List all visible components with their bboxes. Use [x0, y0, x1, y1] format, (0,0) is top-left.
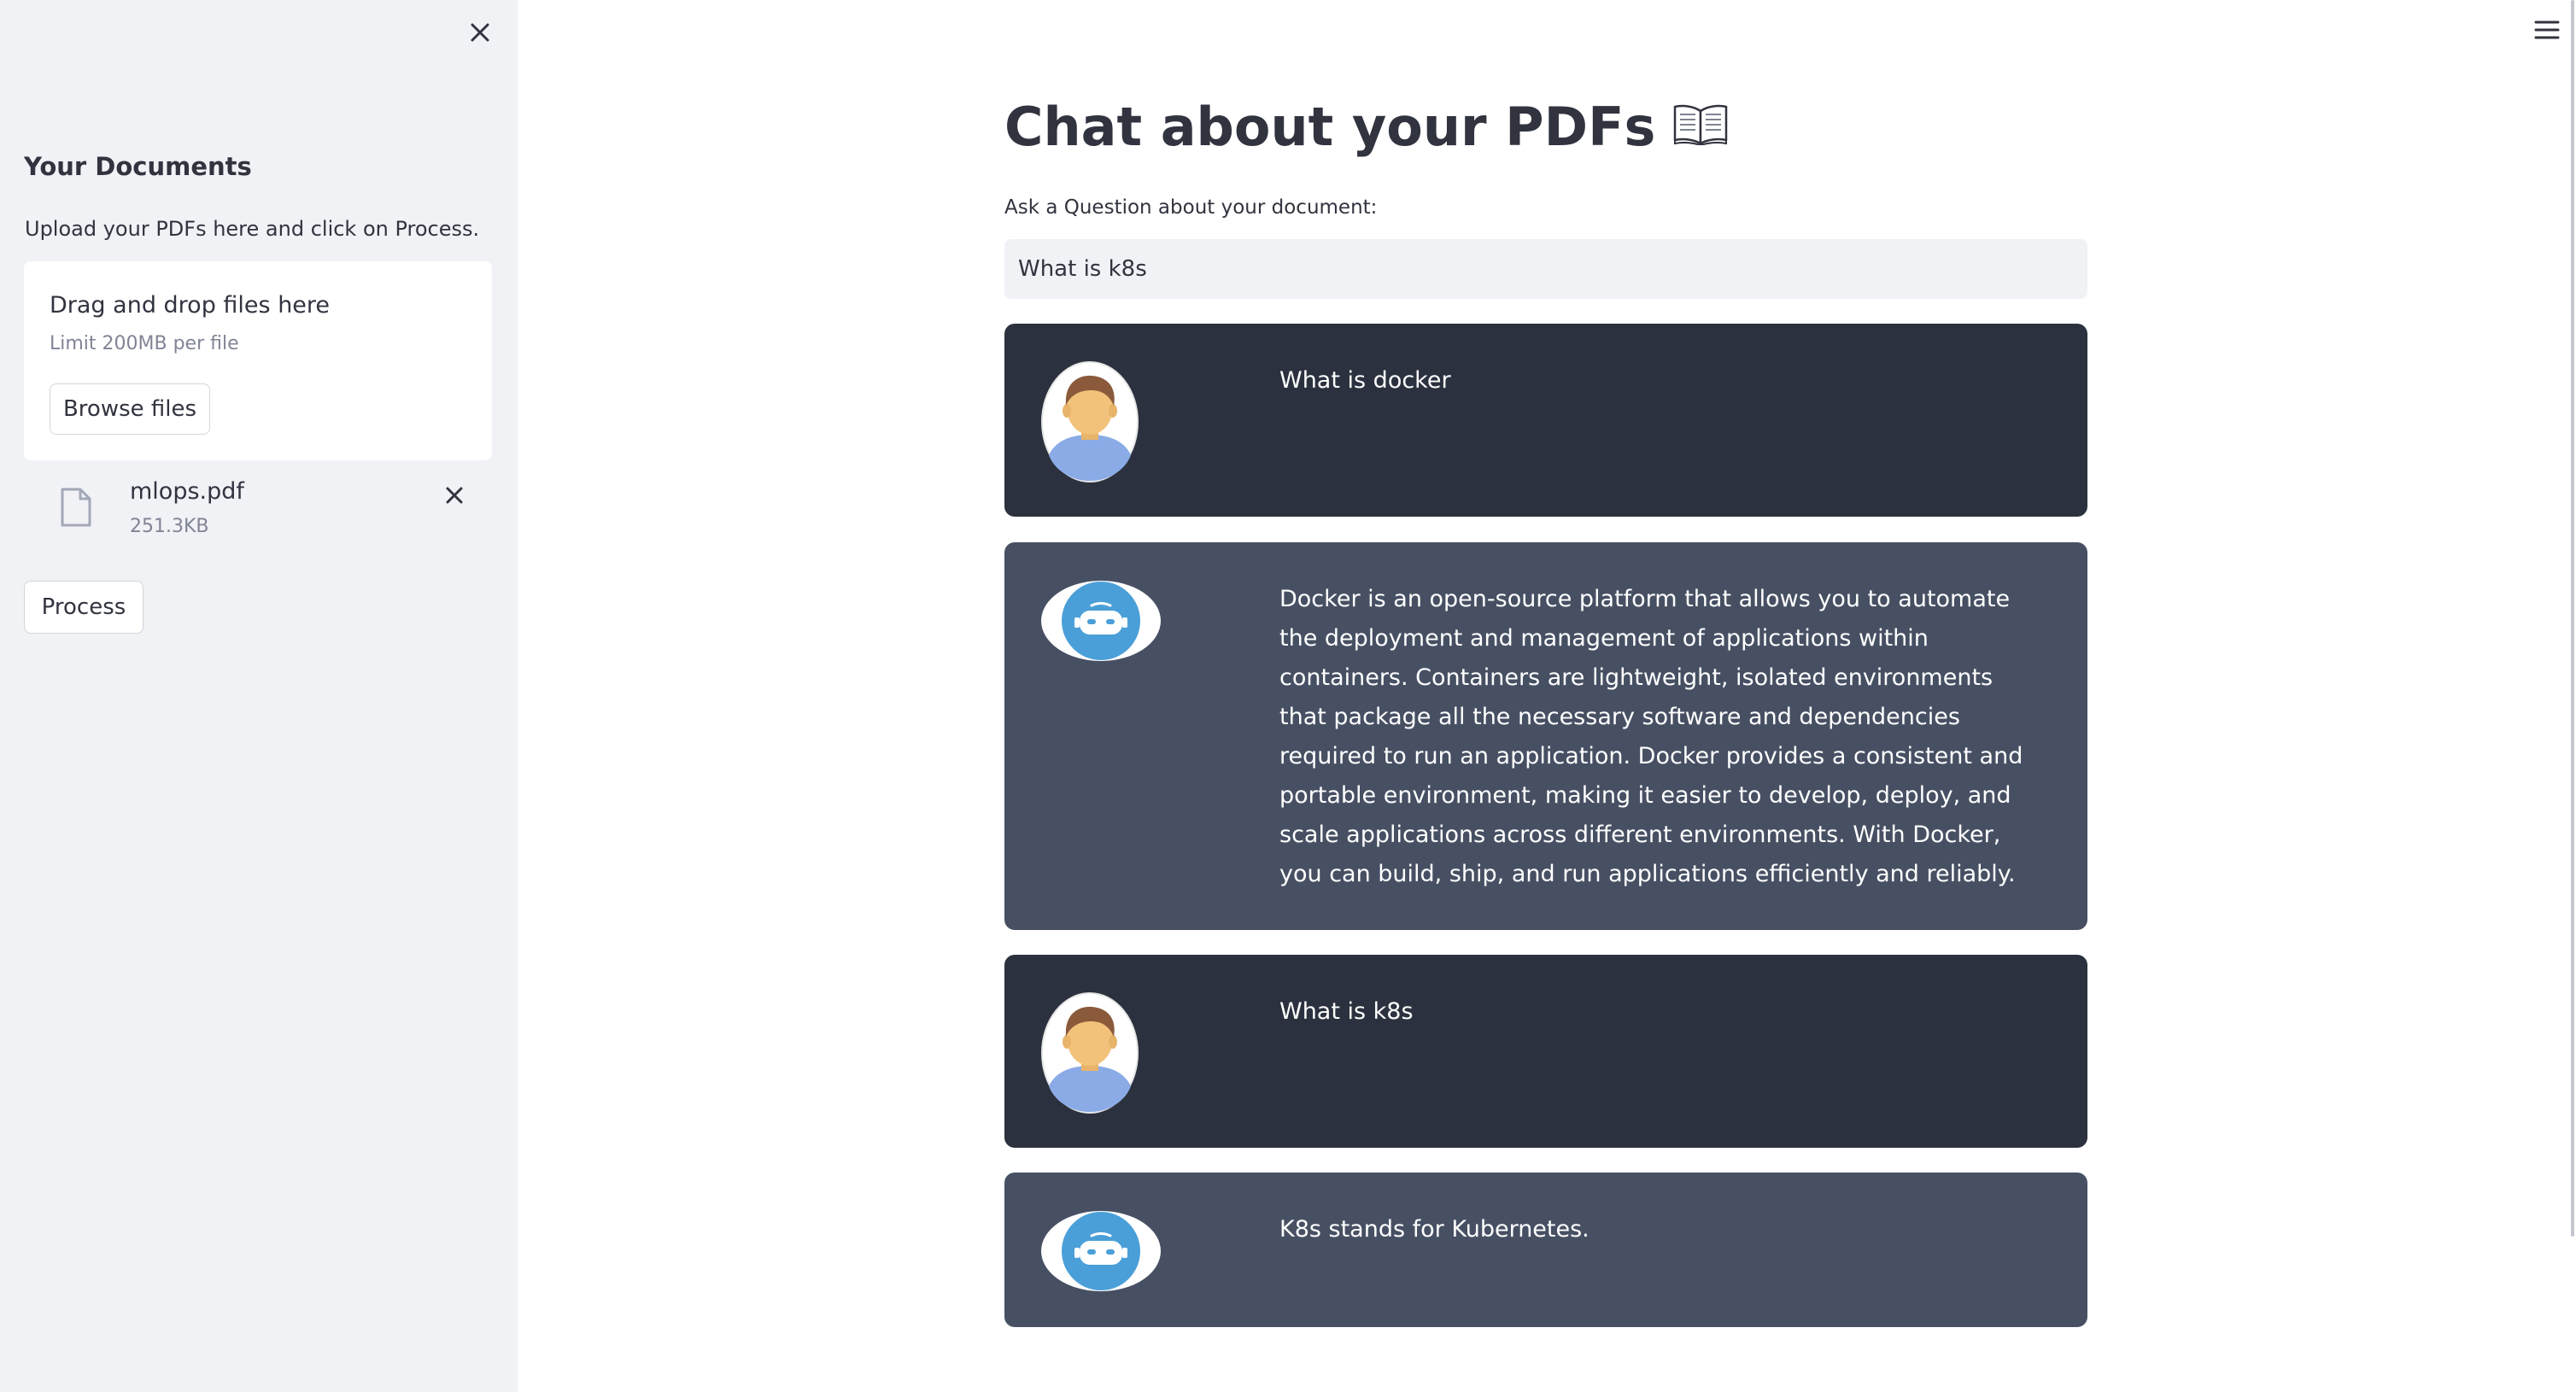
question-input[interactable]: [1004, 239, 2087, 299]
message-text: What is docker: [1279, 367, 1451, 394]
message-text: Docker is an open-source platform that a…: [1279, 586, 2023, 887]
message-text: What is k8s: [1279, 998, 1414, 1025]
dropzone-limit: Limit 200MB per file: [50, 333, 239, 354]
file-size: 251.3KB: [130, 516, 209, 537]
user-avatar-icon: [1040, 992, 1139, 1117]
bot-avatar-icon: [1040, 580, 1162, 665]
scrollbar[interactable]: [2571, 0, 2574, 1237]
browse-files-button[interactable]: Browse files: [50, 383, 210, 435]
file-icon: [60, 487, 92, 528]
user-avatar-icon: [1040, 361, 1139, 486]
chat-message-bot: K8s stands for Kubernetes.: [1004, 1173, 2087, 1327]
question-label: Ask a Question about your document:: [1004, 196, 1378, 219]
bot-avatar-icon: [1040, 1210, 1162, 1295]
dropzone-title: Drag and drop files here: [50, 292, 331, 319]
page-title-text: Chat about your PDFs: [1004, 96, 1656, 158]
page-title: Chat about your PDFs: [1004, 96, 1729, 158]
sidebar-heading: Your Documents: [24, 152, 252, 181]
file-dropzone[interactable]: Drag and drop files here Limit 200MB per…: [24, 261, 492, 460]
sidebar: Your Documents Upload your PDFs here and…: [0, 0, 518, 1392]
chat-message-bot: Docker is an open-source platform that a…: [1004, 542, 2087, 930]
open-book-icon: [1672, 96, 1729, 158]
chat-message-user: What is k8s: [1004, 955, 2087, 1148]
uploaded-file-item: mlops.pdf 251.3KB: [24, 471, 492, 548]
hamburger-menu-icon[interactable]: [2532, 17, 2562, 43]
sidebar-subtitle: Upload your PDFs here and click on Proce…: [25, 217, 480, 241]
file-name: mlops.pdf: [130, 478, 244, 505]
close-sidebar-icon[interactable]: [463, 15, 497, 50]
chat-message-user: What is docker: [1004, 324, 2087, 517]
remove-file-close-icon[interactable]: [439, 480, 470, 511]
message-text: K8s stands for Kubernetes.: [1279, 1216, 1590, 1243]
process-button[interactable]: Process: [24, 581, 143, 634]
